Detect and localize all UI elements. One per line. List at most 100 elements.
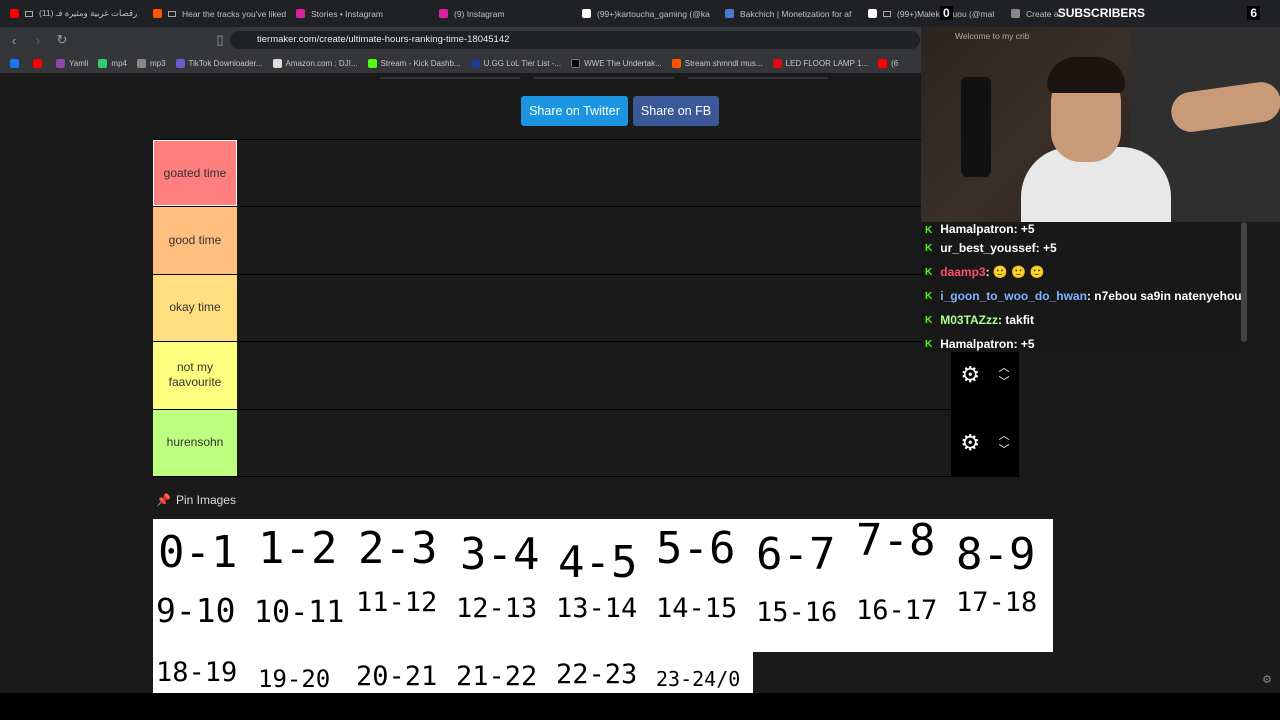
chat-scrollbar[interactable] [1241,222,1247,342]
chat-text: : +5 [1013,222,1035,236]
microphone [961,77,991,177]
bookmark-item[interactable]: TikTok Downloader... [175,58,263,68]
tier-item[interactable]: 10-11 [254,595,344,630]
browser-tab[interactable]: Bakchich | Monetization for af [715,0,858,27]
bookmark-label: Amazon.com : DJI... [285,58,358,68]
tier-item[interactable]: 18-19 [156,657,237,688]
reload-icon[interactable]: ↻ [52,30,72,50]
tier-item[interactable]: 3-4 [460,529,539,580]
bookmark-facebook[interactable] [10,58,23,68]
tier-label[interactable]: hurensohn [153,409,237,476]
tier-item[interactable]: 22-23 [556,659,637,690]
browser-tab[interactable]: (11) رقصات غربية ومثيرة فـ [0,0,143,27]
bookmark-item[interactable]: mp4 [98,58,127,68]
back-icon[interactable]: ‹ [4,30,24,50]
chat-message: Ki_goon_to_woo_do_hwan : n7ebou sa9in na… [921,284,1247,308]
tier-item[interactable]: 7-8 [856,515,935,566]
bookmark-item[interactable]: Stream - Kick Dashb... [367,58,461,68]
tier-item[interactable]: 17-18 [956,587,1037,618]
tier-item[interactable]: 19-20 [258,665,330,693]
tier-item[interactable]: 13-14 [556,593,637,624]
youtube-icon [878,58,888,68]
bookmark-label: mp4 [111,58,127,68]
youtube-icon [33,58,42,68]
tier-item[interactable]: 4-5 [558,537,637,588]
kick-icon: K [925,290,933,302]
tier-item[interactable]: 20-21 [356,661,437,692]
download-icon [98,58,108,68]
tier-item[interactable]: 6-7 [756,529,835,580]
chat-username: Hamalpatron [940,337,1014,351]
tier-item[interactable]: 23-24/0 [656,667,740,691]
tier-label[interactable]: not my faavourite [153,342,237,409]
tier-dropzone[interactable] [237,342,951,409]
window-icon [25,10,33,17]
chevron-up-icon[interactable]: ︿ [999,361,1010,375]
share-fb-button[interactable]: Share on FB [633,96,719,126]
wwe-icon [571,58,581,68]
bookmark-item[interactable]: Stream shmndl mus... [671,58,763,68]
tier-row: goated time [153,140,1019,208]
bookmark-item[interactable]: U.GG LoL Tier List -... [470,58,561,68]
url-input[interactable]: tiermaker.com/create/ultimate-hours-rank… [230,31,920,49]
pin-images-toggle[interactable]: 📌 Pin Images [156,493,236,507]
kick-icon: K [925,338,933,350]
browser-tab[interactable]: Stories • Instagram [286,0,429,27]
tier-item[interactable]: 8-9 [956,529,1035,580]
chat-message: Kur_best_youssef : +5 [921,236,1247,260]
gear-icon[interactable]: ⚙ [960,362,980,388]
chat-message: Kdaamp3 : 🙂 🙂 🙂 [921,260,1247,284]
window-icon [883,10,891,17]
tier-item[interactable]: 14-15 [656,593,737,624]
tier-item[interactable]: 0-1 [158,527,237,578]
tier-item[interactable]: 21-22 [456,661,537,692]
soundcloud-icon [671,58,681,68]
bookmark-item[interactable]: LED FLOOR LAMP 1... [772,58,869,68]
chat-username: i_goon_to_woo_do_hwan [940,289,1087,303]
tier-dropzone[interactable] [237,207,1019,274]
tier-item[interactable]: 11-12 [356,587,437,618]
tier-label[interactable]: good time [153,207,237,274]
tier-item[interactable]: 15-16 [756,597,837,628]
bookmark-item[interactable]: Yamli [56,58,88,68]
share-twitter-button[interactable]: Share on Twitter [521,96,628,126]
chat-text: : +5 [1035,241,1057,255]
bookmark-item[interactable]: WWE The Undertak... [571,58,662,68]
tier-item[interactable]: 9-10 [156,591,235,630]
tab-title: Bakchich | Monetization for af [740,8,852,19]
tier-dropzone[interactable] [237,140,1019,207]
chevron-down-icon[interactable]: ﹀ [999,375,1010,389]
bookmark-label: LED FLOOR LAMP 1... [785,58,869,68]
browser-tab[interactable]: (99+)kartoucha_gaming (@ka [572,0,715,27]
tier-item[interactable]: 16-17 [856,595,937,626]
tier-label[interactable]: goated time [153,140,237,207]
chat-message: K M03TAZzz : takfit [921,308,1247,332]
gear-icon[interactable]: ⚙ [960,430,980,456]
browser-tab[interactable]: (9) Instagram [429,0,572,27]
tier-item[interactable]: 1-2 [258,523,337,574]
chat-message: K Hamalpatron : +5 [921,332,1247,356]
tab-hint [534,73,674,79]
tier-dropzone[interactable] [237,409,951,476]
bookmark-item[interactable]: Amazon.com : DJI... [272,58,358,68]
bookmark-youtube[interactable] [33,58,46,68]
chevron-up-icon[interactable]: ︿ [999,429,1010,443]
tier-item[interactable]: 2-3 [358,523,437,574]
bookmark-item[interactable]: mp3 [136,58,166,68]
tier-item[interactable]: 5-6 [656,523,735,574]
bookmark-item[interactable]: (6 [878,58,898,68]
kick-icon: K [925,242,933,254]
chat-username: M03TAZzz [940,313,999,327]
forward-icon[interactable]: › [28,30,48,50]
instagram-icon [439,9,448,18]
pin-icon: 📌 [156,493,171,507]
tier-dropzone[interactable] [237,274,1019,342]
tier-row: good time [153,207,1019,275]
tier-label[interactable]: okay time [153,274,237,342]
tier-item[interactable]: 12-13 [456,593,537,624]
browser-tab[interactable]: Hear the tracks you've liked [143,0,286,27]
subscriber-left-count: 0 [940,6,953,20]
bookmark-icon[interactable]: ▯ [210,30,230,50]
chevron-down-icon[interactable]: ﹀ [999,443,1010,457]
settings-icon[interactable]: ⚙ [1262,673,1272,686]
